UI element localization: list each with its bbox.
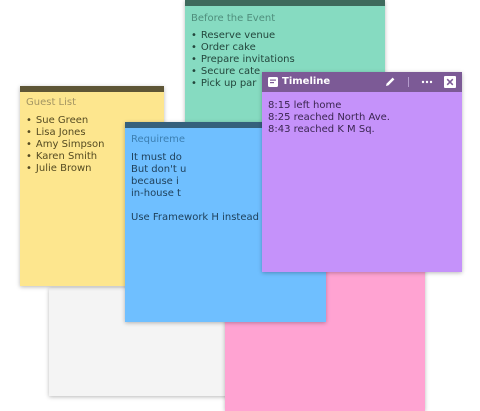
note-body: It must do But don't u because i in-hous… xyxy=(131,152,259,223)
note-title: Timeline xyxy=(282,76,331,87)
note-title: Before the Event xyxy=(191,13,276,24)
timeline-entry: 8:43 reached K M Sq. xyxy=(268,124,375,135)
note-color-strip xyxy=(185,0,385,6)
timeline-entry: 8:15 left home xyxy=(268,100,342,111)
timeline-content: 8:15 left home 8:25 reached North Ave. 8… xyxy=(268,100,390,136)
toolbar-divider xyxy=(408,77,409,87)
list-item: Lisa Jones xyxy=(26,127,104,139)
note-icon xyxy=(268,77,278,87)
note-header: Timeline xyxy=(262,72,462,92)
list-item: Prepare invitations xyxy=(191,54,295,66)
close-icon[interactable] xyxy=(443,75,457,89)
note-color-strip xyxy=(20,86,164,92)
list-item: Reserve venue xyxy=(191,30,295,42)
list-item: Order cake xyxy=(191,42,295,54)
note-title: Guest List xyxy=(26,97,77,108)
note-title: Requireme xyxy=(131,134,186,145)
list-item: Karen Smith xyxy=(26,151,104,163)
list-item: Amy Simpson xyxy=(26,139,105,151)
list-item: Sue Green xyxy=(26,115,104,127)
timeline-entry: 8:25 reached North Ave. xyxy=(268,112,390,123)
more-icon[interactable] xyxy=(420,75,434,89)
note-timeline[interactable]: Timeline 8:15 left home 8:25 reached Nor… xyxy=(262,72,462,272)
guest-list: Sue Green Lisa Jones Amy Simpson Karen S… xyxy=(26,115,105,175)
pencil-icon[interactable] xyxy=(383,75,397,89)
list-item: Julie Brown xyxy=(26,163,104,175)
